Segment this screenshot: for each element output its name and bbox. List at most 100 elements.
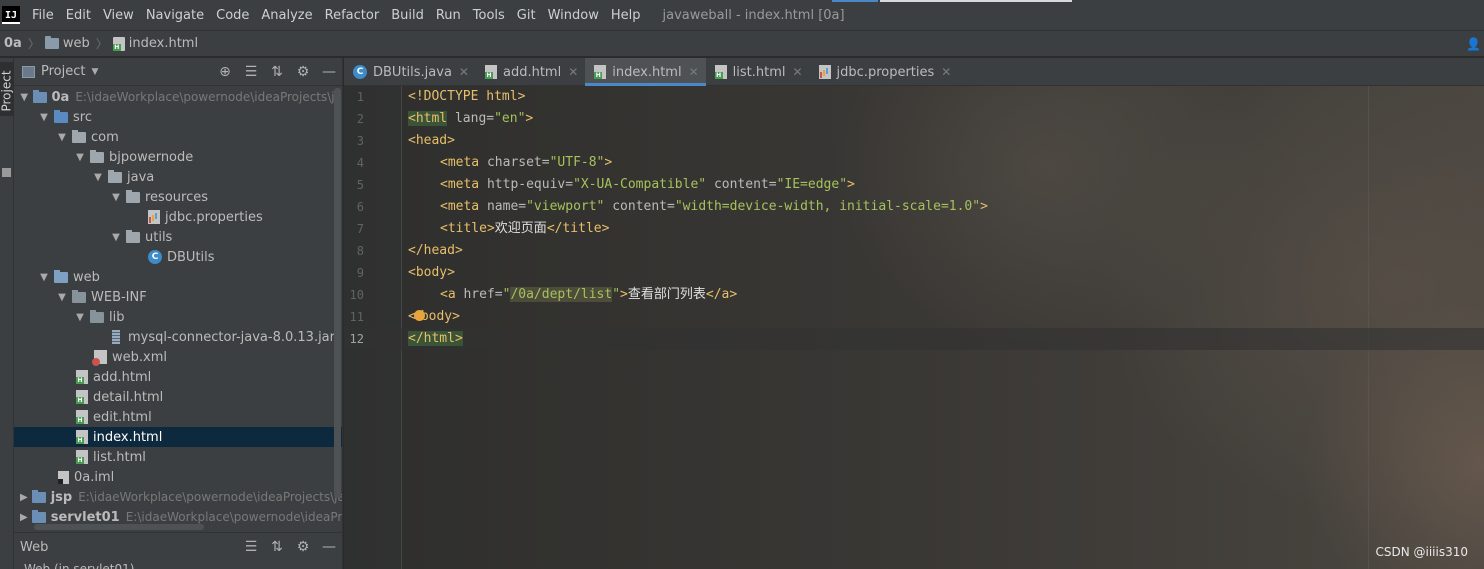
line-number: 1	[356, 90, 364, 104]
collapse-all-icon[interactable]: ⇅	[264, 64, 290, 80]
tree-item-label: 0a.iml	[74, 469, 115, 485]
menu-analyze[interactable]: Analyze	[255, 0, 318, 31]
code-editor[interactable]: 1 <!DOCTYPE html> 2 <html lang="en"> 3 <…	[344, 86, 1484, 569]
code-line-5[interactable]: 5 <meta http-equiv="X-UA-Compatible" con…	[344, 174, 1484, 196]
menu-tools[interactable]: Tools	[467, 0, 511, 31]
breadcrumb-item-file[interactable]: index.html	[112, 36, 198, 51]
tree-item-edit-html[interactable]: edit.html	[14, 407, 342, 427]
locate-file-icon[interactable]: ⊕	[212, 64, 238, 80]
chevron-down-icon[interactable]: ▼	[110, 232, 122, 243]
breadcrumb-item-web[interactable]: web	[44, 36, 90, 51]
tree-item-mysql-jar[interactable]: mysql-connector-java-8.0.13.jar	[14, 327, 342, 347]
menu-file[interactable]: File	[26, 0, 60, 31]
tree-item-0a[interactable]: ▼ 0a E:\idaeWorkplace\powernode\ideaProj…	[14, 87, 342, 107]
chevron-down-icon[interactable]: ▼	[38, 112, 50, 123]
vertical-scrollbar[interactable]	[334, 88, 341, 528]
project-panel-title[interactable]: Project	[41, 64, 85, 79]
code-line-9[interactable]: 9 <body>	[344, 262, 1484, 284]
chevron-right-icon[interactable]: ▶	[20, 512, 28, 523]
gear-icon[interactable]: ⚙	[290, 539, 316, 555]
close-icon[interactable]: ✕	[941, 65, 951, 79]
close-icon[interactable]: ✕	[792, 65, 802, 79]
menu-run[interactable]: Run	[430, 0, 467, 31]
chevron-down-icon[interactable]: ▼	[56, 132, 68, 143]
watermark: CSDN @iiiis310	[1375, 545, 1468, 559]
tab-dbutils-java[interactable]: C DBUtils.java ✕	[344, 58, 476, 86]
menu-build[interactable]: Build	[385, 0, 430, 31]
tree-item-index-html[interactable]: index.html	[14, 427, 342, 447]
code-token: "X-UA-Compatible"	[573, 177, 707, 192]
tree-item-0a-iml[interactable]: 0a.iml	[14, 467, 342, 487]
code-line-6[interactable]: 6 <meta name="viewport" content="width=d…	[344, 196, 1484, 218]
expand-all-icon[interactable]: ☰	[238, 539, 264, 555]
horizontal-scrollbar[interactable]	[34, 524, 204, 530]
web-panel-title: Web	[20, 539, 49, 555]
web-tree-item[interactable]: Web (in servlet01)	[14, 561, 342, 569]
expand-all-icon[interactable]: ☰	[238, 64, 264, 80]
tab-index-html[interactable]: index.html ✕	[585, 58, 707, 86]
code-token: "viewport"	[526, 199, 605, 214]
tree-item-dbutils[interactable]: C DBUtils	[14, 247, 342, 267]
tree-item-com[interactable]: ▼ com	[14, 127, 342, 147]
close-icon[interactable]: ✕	[689, 65, 699, 79]
menu-help[interactable]: Help	[605, 0, 647, 31]
chevron-down-icon[interactable]: ▼	[74, 152, 86, 163]
user-icon[interactable]: 👤	[1466, 37, 1481, 51]
menu-code[interactable]: Code	[210, 0, 255, 31]
project-tool-window-tab[interactable]: Project	[0, 62, 14, 116]
code-line-11[interactable]: 11 < body>	[344, 306, 1484, 328]
breadcrumb-item-project[interactable]: 0a	[4, 36, 22, 51]
menu-edit[interactable]: Edit	[60, 0, 97, 31]
hide-panel-icon[interactable]: —	[316, 64, 342, 80]
tree-item-label: jdbc.properties	[165, 209, 263, 225]
chevron-down-icon[interactable]: ▼	[38, 272, 50, 283]
tree-item-resources[interactable]: ▼ resources	[14, 187, 342, 207]
chevron-down-icon[interactable]: ▼	[110, 192, 122, 203]
tab-list-html[interactable]: list.html ✕	[706, 58, 810, 86]
tree-item-detail-html[interactable]: detail.html	[14, 387, 342, 407]
tree-item-web-xml[interactable]: web.xml	[14, 347, 342, 367]
tree-item-web-inf[interactable]: ▼ WEB-INF	[14, 287, 342, 307]
tree-item-lib[interactable]: ▼ lib	[14, 307, 342, 327]
code-line-10[interactable]: 10 <a href="/0a/dept/list">查看部门列表</a>	[344, 284, 1484, 306]
structure-icon[interactable]	[2, 168, 11, 177]
chevron-down-icon[interactable]: ▼	[74, 312, 86, 323]
code-line-3[interactable]: 3 <head>	[344, 130, 1484, 152]
gear-icon[interactable]: ⚙	[290, 64, 316, 80]
tab-jdbc-properties[interactable]: jdbc.properties ✕	[810, 58, 959, 86]
code-line-12[interactable]: 12 </html>	[344, 328, 1484, 350]
tree-item-list-html[interactable]: list.html	[14, 447, 342, 467]
hide-panel-icon[interactable]: —	[316, 539, 342, 555]
menu-refactor[interactable]: Refactor	[319, 0, 386, 31]
code-line-8[interactable]: 8 </head>	[344, 240, 1484, 262]
menu-navigate[interactable]: Navigate	[140, 0, 210, 31]
code-line-2[interactable]: 2 <html lang="en">	[344, 108, 1484, 130]
tree-item-jsp[interactable]: ▶ jsp E:\idaeWorkplace\powernode\ideaPro…	[14, 487, 342, 507]
tree-item-utils[interactable]: ▼ utils	[14, 227, 342, 247]
lightbulb-icon[interactable]	[413, 310, 425, 321]
chevron-down-icon[interactable]: ▼	[56, 292, 68, 303]
tree-item-label: java	[127, 169, 155, 185]
menu-window[interactable]: Window	[542, 0, 605, 31]
tree-item-jdbc-properties[interactable]: jdbc.properties	[14, 207, 342, 227]
tree-item-src[interactable]: ▼ src	[14, 107, 342, 127]
menu-view[interactable]: View	[97, 0, 140, 31]
tree-item-bjpowernode[interactable]: ▼ bjpowernode	[14, 147, 342, 167]
chevron-down-icon[interactable]: ▼	[92, 172, 104, 183]
tree-item-java[interactable]: ▼ java	[14, 167, 342, 187]
menu-git[interactable]: Git	[511, 0, 542, 31]
collapse-all-icon[interactable]: ⇅	[264, 539, 290, 555]
code-line-1[interactable]: 1 <!DOCTYPE html>	[344, 86, 1484, 108]
chevron-down-icon[interactable]: ▼	[91, 67, 98, 77]
tab-add-html[interactable]: add.html ✕	[476, 58, 585, 86]
scrollbar-thumb[interactable]	[334, 88, 341, 498]
tree-item-add-html[interactable]: add.html	[14, 367, 342, 387]
tree-item-web[interactable]: ▼ web	[14, 267, 342, 287]
close-icon[interactable]: ✕	[568, 65, 578, 79]
code-line-7[interactable]: 7 <title>欢迎页面</title>	[344, 218, 1484, 240]
code-line-4[interactable]: 4 <meta charset="UTF-8">	[344, 152, 1484, 174]
chevron-down-icon[interactable]: ▼	[20, 92, 29, 103]
code-token: "	[612, 287, 621, 302]
close-icon[interactable]: ✕	[459, 65, 469, 79]
chevron-right-icon[interactable]: ▶	[20, 492, 28, 503]
